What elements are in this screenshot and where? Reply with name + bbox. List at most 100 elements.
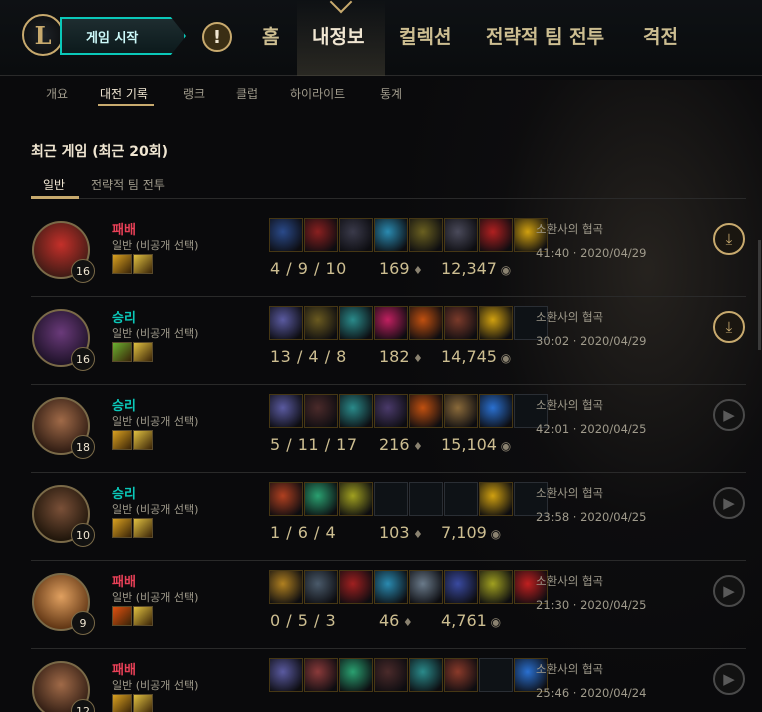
item-icon[interactable] [444,306,478,340]
item-icon[interactable] [339,218,373,252]
gold-earned: 7,109 ◉ [441,523,501,542]
item-icon[interactable] [444,218,478,252]
download-replay-button[interactable]: ⤓ [713,223,745,255]
watch-replay-button[interactable]: ▶ [713,575,745,607]
item-icon[interactable] [339,570,373,604]
creep-score: 216 ♦ [379,435,423,454]
champion-level-badge: 12 [71,699,95,712]
item-build [269,306,548,340]
item-icon[interactable] [444,658,478,692]
item-icon[interactable] [269,570,303,604]
subnav-stats[interactable]: 통계 [380,85,402,102]
subnav-match-history[interactable]: 대전 기록 [100,85,148,102]
summoner-spells [112,694,153,712]
item-icon[interactable] [409,218,443,252]
item-icon[interactable] [479,394,513,428]
empty-item-slot [374,482,408,516]
game-mode: 일반 (비공개 선택) [112,239,199,252]
item-icon[interactable] [269,658,303,692]
download-replay-button[interactable]: ⤓ [713,311,745,343]
item-icon[interactable] [304,394,338,428]
watch-replay-button[interactable]: ▶ [713,663,745,695]
summoner-spell-icon [133,254,153,274]
game-mode: 일반 (비공개 선택) [112,679,199,692]
item-icon[interactable] [304,306,338,340]
kda: 13 / 4 / 8 [270,347,347,366]
item-icon[interactable] [339,394,373,428]
filter-tab-normal[interactable]: 일반 [43,176,65,193]
tab-collection[interactable]: 컬렉션 [399,22,451,49]
match-result: 승리 [112,399,136,414]
subnav-ranked[interactable]: 랭크 [183,85,205,102]
tab-profile[interactable]: 내정보 [312,22,364,49]
item-icon[interactable] [339,306,373,340]
item-icon[interactable] [269,394,303,428]
match-duration-date: 23:58 · 2020/04/25 [536,510,647,524]
item-icon[interactable] [269,306,303,340]
item-icon[interactable] [269,218,303,252]
gold-earned: 12,347 ◉ [441,259,511,278]
summoner-spell-icon [133,694,153,712]
item-icon[interactable] [374,306,408,340]
summoner-spell-icon [112,430,132,450]
scrollbar-thumb[interactable] [758,240,761,350]
item-icon[interactable] [374,218,408,252]
item-icon[interactable] [479,482,513,516]
tab-home[interactable]: 홈 [262,22,279,49]
item-icon[interactable] [409,306,443,340]
item-icon[interactable] [444,394,478,428]
empty-item-slot [409,482,443,516]
filter-active-underline [31,196,79,199]
match-row[interactable]: 12패배일반 (비공개 선택) ♦ ◉소환사의 협곡25:46 · 2020/0… [31,649,746,712]
tab-tft[interactable]: 전략적 팀 전투 [486,22,604,49]
watch-replay-button[interactable]: ▶ [713,399,745,431]
alert-icon[interactable]: ! [202,22,232,52]
match-duration-date: 30:02 · 2020/04/29 [536,334,647,348]
kda: 1 / 6 / 4 [270,523,337,542]
league-logo-icon[interactable]: L [22,14,64,56]
summoner-spell-icon [133,518,153,538]
summoner-spell-icon [133,342,153,362]
subnav-highlights[interactable]: 하이라이트 [290,85,345,102]
creep-score: 46 ♦ [379,611,413,630]
subnav-overview[interactable]: 개요 [46,85,68,102]
item-icon[interactable] [479,570,513,604]
play-icon: ▶ [723,406,735,424]
item-icon[interactable] [409,658,443,692]
item-icon[interactable] [304,482,338,516]
kda: 0 / 5 / 3 [270,611,337,630]
summoner-spells [112,342,153,362]
match-row[interactable]: 10 승리 일반 (비공개 선택) 1 / 6 / 4 103 ♦ 7,109 ◉ 소환사의… [31,473,746,561]
item-icon[interactable] [374,394,408,428]
summoner-spell-icon [133,606,153,626]
item-icon[interactable] [479,306,513,340]
match-row[interactable]: 16 승리 일반 (비공개 선택) 13 / 4 / 8 182 ♦ 14,745 ◉ 소환… [31,297,746,385]
match-row[interactable]: 9 패배 일반 (비공개 선택) 0 / 5 / 3 46 ♦ 4,761 ◉ 소환사의 협… [31,561,746,649]
tab-clash[interactable]: 격전 [643,22,678,49]
item-icon[interactable] [374,570,408,604]
gold-earned: 14,745 ◉ [441,347,511,366]
item-icon[interactable] [339,658,373,692]
watch-replay-button[interactable]: ▶ [713,487,745,519]
match-result: 승리 [112,487,136,502]
filter-tab-tft[interactable]: 전략적 팀 전투 [91,176,165,193]
minion-icon: ♦ [409,352,423,365]
match-row[interactable]: 18 승리 일반 (비공개 선택) 5 / 11 / 17 216 ♦ 15,104 ◉ 소… [31,385,746,473]
item-icon[interactable] [409,394,443,428]
item-icon[interactable] [304,218,338,252]
play-button[interactable]: 게임 시작 [60,17,186,55]
item-icon[interactable] [444,570,478,604]
item-icon[interactable] [374,658,408,692]
item-icon[interactable] [304,570,338,604]
map-name: 소환사의 협곡 [536,222,604,236]
item-icon[interactable] [409,570,443,604]
cs-value: 182 [379,347,410,366]
item-icon[interactable] [269,482,303,516]
subnav-clubs[interactable]: 클럽 [236,85,258,102]
item-icon[interactable] [479,218,513,252]
item-icon[interactable] [304,658,338,692]
item-icon[interactable] [339,482,373,516]
minion-icon: ♦ [409,440,423,453]
match-row[interactable]: 16 패배 일반 (비공개 선택) 4 / 9 / 10 169 ♦ 12,347 ◉ 소환… [31,209,746,297]
champion-level-badge: 9 [71,611,95,635]
